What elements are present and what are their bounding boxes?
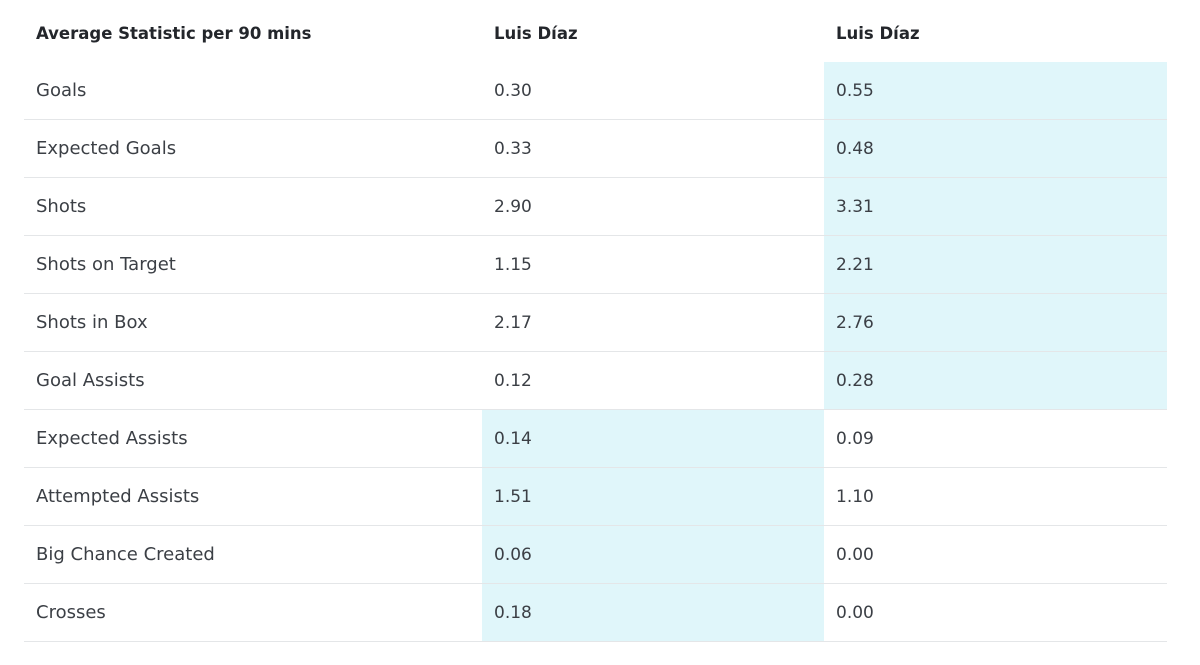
stat-name: Shots in Box: [36, 312, 148, 333]
player-1-value: 2.90: [494, 196, 532, 217]
player-2-value: 0.55: [824, 62, 1167, 119]
player-1-value: 2.17: [494, 312, 532, 333]
player-2-value: 0.48: [824, 120, 1167, 177]
stat-name: Big Chance Created: [36, 544, 215, 565]
stat-name: Shots on Target: [36, 254, 176, 275]
table-row: Big Chance Created 0.06 0.00: [24, 526, 1167, 584]
table-row: Attempted Assists 1.51 1.10: [24, 468, 1167, 526]
player-1-value: 0.14: [482, 410, 824, 467]
table-row: Shots in Box 2.17 2.76: [24, 294, 1167, 352]
player-2-value: 0.00: [836, 544, 874, 565]
player-2-value: 0.09: [836, 428, 874, 449]
player-2-value: 2.21: [824, 236, 1167, 293]
header-player-2: Luis Díaz: [836, 23, 920, 43]
table-row: Shots on Target 1.15 2.21: [24, 236, 1167, 294]
stat-name: Expected Assists: [36, 428, 188, 449]
header-player-1: Luis Díaz: [494, 23, 578, 43]
player-1-value: 1.51: [482, 468, 824, 525]
stat-name: Crosses: [36, 602, 106, 623]
player-1-value: 1.15: [494, 254, 532, 275]
player-2-value: 3.31: [824, 178, 1167, 235]
player-1-value: 0.06: [482, 526, 824, 583]
player-2-value: 1.10: [836, 486, 874, 507]
table-row: Crosses 0.18 0.00: [24, 584, 1167, 642]
header-stat-label: Average Statistic per 90 mins: [36, 23, 312, 43]
stat-name: Shots: [36, 196, 87, 217]
table-row: Shots 2.90 3.31: [24, 178, 1167, 236]
stat-name: Goals: [36, 80, 87, 101]
stat-name: Attempted Assists: [36, 486, 200, 507]
table-row: Expected Goals 0.33 0.48: [24, 120, 1167, 178]
stat-name: Goal Assists: [36, 370, 145, 391]
stat-name: Expected Goals: [36, 138, 177, 159]
player-2-value: 0.00: [836, 602, 874, 623]
player-1-value: 0.33: [494, 138, 532, 159]
table-row: Goals 0.30 0.55: [24, 62, 1167, 120]
player-1-value: 0.30: [494, 80, 532, 101]
stats-comparison-table: Average Statistic per 90 mins Luis Díaz …: [24, 4, 1167, 642]
player-1-value: 0.18: [482, 584, 824, 641]
player-2-value: 2.76: [824, 294, 1167, 351]
player-2-value: 0.28: [824, 352, 1167, 409]
table-row: Expected Assists 0.14 0.09: [24, 410, 1167, 468]
player-1-value: 0.12: [494, 370, 532, 391]
table-header: Average Statistic per 90 mins Luis Díaz …: [24, 4, 1167, 62]
table-row: Goal Assists 0.12 0.28: [24, 352, 1167, 410]
